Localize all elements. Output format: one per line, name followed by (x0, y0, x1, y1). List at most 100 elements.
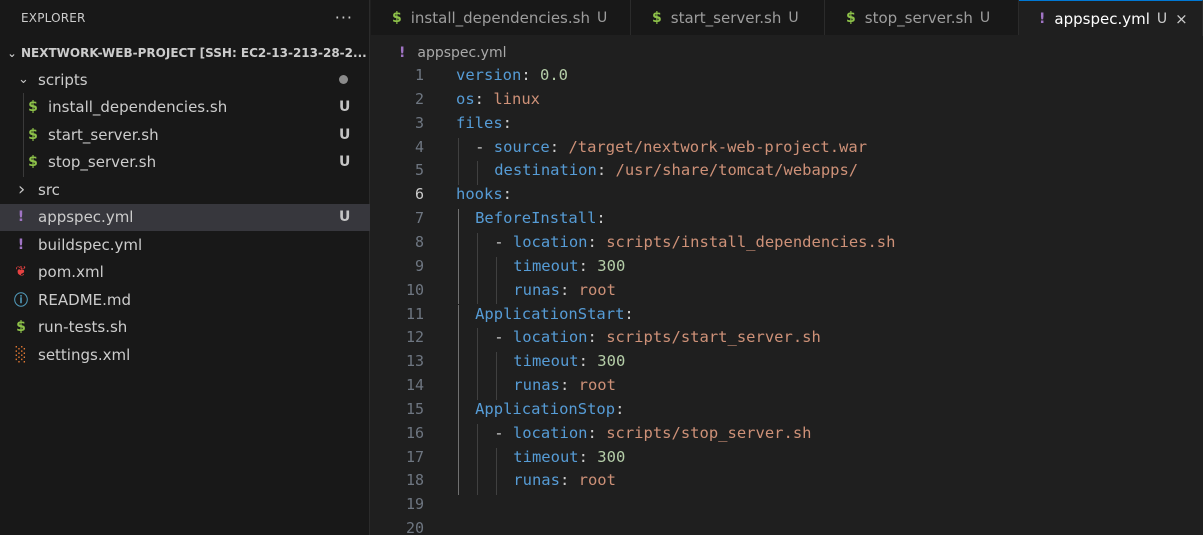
indent-guide (458, 209, 459, 233)
code-line[interactable]: timeout: 300 (513, 257, 625, 275)
line-number: 11 (405, 304, 424, 323)
code-line[interactable]: - location: scripts/start_server.sh (494, 328, 821, 346)
code-line[interactable]: runas: root (513, 281, 616, 299)
tree-item-settings-xml[interactable]: ░ settings.xml (0, 341, 370, 368)
tab-status-badge: U (596, 9, 608, 26)
indent-guide (477, 376, 479, 400)
indent-guide (458, 280, 459, 305)
modified-dot-icon (339, 75, 348, 84)
code-token: : (578, 352, 598, 371)
indent-guide (458, 376, 459, 400)
tree-item-label: src (38, 180, 60, 199)
code-token: os (456, 89, 475, 108)
breadcrumb[interactable]: ! appspec.yml (371, 41, 507, 65)
code-token: timeout (513, 256, 579, 275)
indent-guide (477, 328, 479, 353)
code-token: : (587, 328, 607, 347)
tree-item-appspec-yml[interactable]: ! appspec.yml U (0, 203, 370, 231)
code-token: 300 (597, 447, 626, 466)
tree-item-buildspec-yml[interactable]: ! buildspec.yml (0, 231, 370, 258)
code-line[interactable]: runas: root (513, 471, 616, 489)
tree-item-label: run-tests.sh (38, 318, 128, 336)
project-name: NEXTWORK-WEB-PROJECT [SSH: EC2-13-213-28… (21, 46, 367, 60)
rss-xml-icon: ░ (15, 346, 27, 363)
indent-guide (477, 232, 479, 257)
indent-guide (496, 280, 498, 305)
tab-appspec-yml[interactable]: ! appspec.yml U × (1019, 0, 1203, 36)
code-token: location (512, 232, 588, 251)
code-token: location (512, 328, 588, 347)
more-actions-icon[interactable]: ··· (335, 8, 353, 27)
tree-item-run-tests-sh[interactable]: $ run-tests.sh (0, 314, 370, 341)
tree-item-src[interactable]: › src (0, 176, 370, 203)
indent-guide (496, 352, 498, 377)
line-number: 15 (405, 399, 424, 418)
project-root[interactable]: ⌄ NEXTWORK-WEB-PROJECT [SSH: EC2-13-213-… (0, 41, 369, 65)
indent-guide (458, 137, 459, 162)
line-number: 9 (414, 256, 424, 275)
tree-item-label: settings.xml (38, 345, 131, 364)
line-number: 12 (405, 328, 424, 347)
code-token: - (475, 137, 494, 156)
code-token: root (578, 280, 616, 299)
breadcrumb-file[interactable]: appspec.yml (417, 45, 506, 61)
shell-script-icon: $ (392, 9, 402, 26)
code-line[interactable]: runas: root (513, 376, 616, 394)
code-line[interactable]: version: 0.0 (456, 66, 568, 84)
tree-item-label: buildspec.yml (38, 235, 143, 254)
code-line[interactable]: os: linux (456, 90, 540, 108)
untracked-badge: U (339, 99, 351, 115)
tree-item-start-server-sh[interactable]: $ start_server.sh U (0, 121, 370, 148)
tree-item-stop-server-sh[interactable]: $ stop_server.sh U (0, 149, 370, 176)
tab-status-badge: U (1156, 10, 1168, 27)
code-token: : (615, 399, 625, 418)
code-token: /target/nextwork-web-project.war (568, 137, 868, 156)
tab-stop-server-sh[interactable]: $ stop_server.sh U (825, 0, 1019, 35)
code-line[interactable]: ApplicationStart: (475, 305, 634, 323)
code-line[interactable]: BeforeInstall: (475, 209, 606, 227)
code-token: linux (493, 89, 541, 108)
line-number: 5 (414, 161, 424, 180)
code-line[interactable]: - location: scripts/install_dependencies… (494, 233, 895, 251)
code-token: : (624, 304, 634, 323)
code-token: version (456, 66, 522, 84)
indent-guide (458, 256, 459, 281)
code-line[interactable]: files: (456, 114, 512, 132)
maven-pom-icon: ❦ (15, 264, 27, 280)
tree-item-readme-md[interactable]: ⓘ README.md (0, 286, 370, 313)
code-token: - (494, 423, 513, 442)
yaml-file-icon: ! (399, 45, 406, 61)
tab-label: appspec.yml (1054, 9, 1150, 28)
tree-item-scripts[interactable]: ⌄ scripts (0, 66, 370, 93)
tab-start-server-sh[interactable]: $ start_server.sh U (631, 0, 825, 35)
line-number: 10 (405, 280, 424, 299)
code-line[interactable]: ApplicationStop: (475, 400, 624, 418)
code-editor[interactable]: 1 version: 0.0 2 os: linux 3 files: 4 - source:… (371, 65, 1203, 535)
tab-label: stop_server.sh (864, 8, 973, 27)
code-token: /usr/share/tomcat/webapps/ (615, 161, 859, 180)
indent-guide (477, 352, 479, 377)
code-line[interactable]: destination: /usr/share/tomcat/webapps/ (494, 161, 858, 179)
code-line[interactable]: - source: /target/nextwork-web-project.w… (475, 138, 867, 156)
chevron-right-icon: › (18, 179, 26, 200)
tab-install-dependencies-sh[interactable]: $ install_dependencies.sh U (371, 0, 631, 35)
tree-item-pom-xml[interactable]: ❦ pom.xml (0, 259, 370, 286)
indent-guide (458, 399, 459, 424)
code-token: scripts/install_dependencies.sh (606, 232, 896, 251)
code-token: files (456, 113, 503, 132)
code-line[interactable]: timeout: 300 (513, 448, 625, 466)
tree-item-install-dependencies-sh[interactable]: $ install_dependencies.sh U (0, 94, 370, 121)
indent-guide (458, 352, 459, 377)
code-token: ApplicationStop (475, 399, 616, 418)
explorer-sidebar: EXPLORER ··· ⌄ NEXTWORK-WEB-PROJECT [SSH… (0, 0, 370, 535)
code-line[interactable]: hooks: (456, 185, 512, 203)
yaml-file-icon: ! (17, 209, 25, 225)
code-line[interactable]: timeout: 300 (513, 352, 625, 370)
indent-guide (458, 471, 459, 496)
code-token: hooks (456, 185, 503, 204)
code-line[interactable]: - location: scripts/stop_server.sh (494, 424, 811, 442)
code-token: timeout (513, 447, 579, 466)
info-icon: ⓘ (14, 292, 28, 309)
tree-item-label: pom.xml (38, 263, 104, 281)
close-icon[interactable]: × (1175, 10, 1188, 28)
